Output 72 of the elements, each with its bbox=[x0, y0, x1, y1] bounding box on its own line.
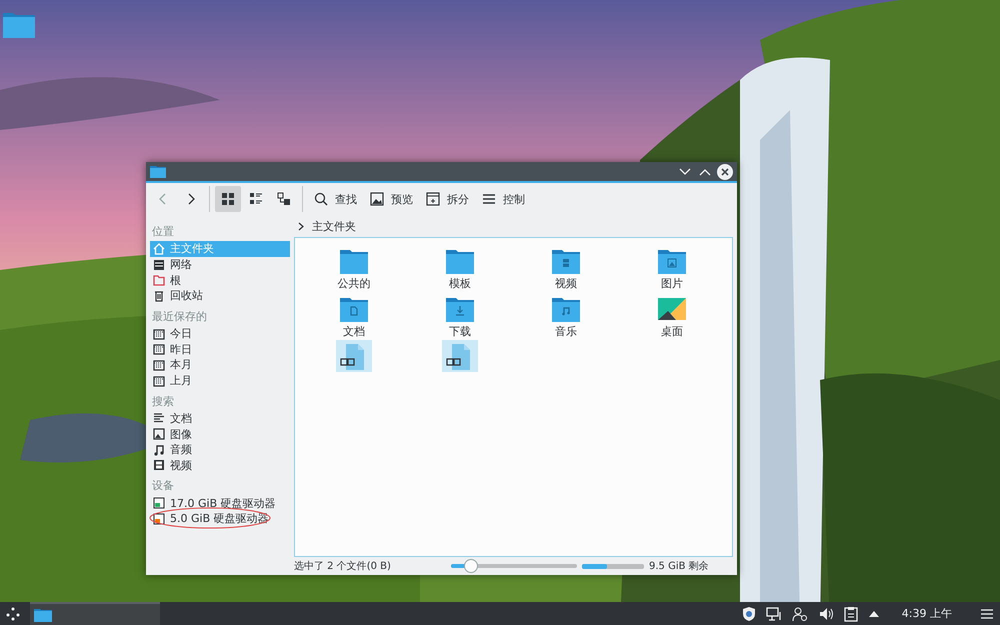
sidebar-item[interactable]: 音频 bbox=[150, 442, 290, 458]
zoom-slider[interactable] bbox=[451, 559, 577, 573]
film-icon bbox=[152, 458, 166, 472]
menu-icon[interactable] bbox=[980, 608, 994, 620]
search-button[interactable]: 查找 bbox=[308, 186, 362, 212]
menu-icon bbox=[481, 191, 497, 207]
folder-item[interactable]: 下载 bbox=[407, 292, 513, 340]
slider-thumb[interactable] bbox=[464, 559, 478, 573]
expand-arrow-icon[interactable] bbox=[868, 610, 880, 618]
clock[interactable]: 4:39 上午 bbox=[902, 606, 952, 621]
task-button[interactable] bbox=[30, 602, 160, 625]
server-icon bbox=[152, 258, 166, 272]
volume-icon[interactable] bbox=[818, 606, 834, 622]
chevron-icon bbox=[298, 222, 304, 230]
section-heading: 位置 bbox=[151, 224, 175, 240]
folder-item[interactable]: 公共的 bbox=[301, 244, 407, 292]
user-icon[interactable] bbox=[792, 606, 808, 622]
drive-icon bbox=[152, 512, 166, 526]
chevron-down-icon bbox=[679, 168, 691, 176]
drive-icon bbox=[152, 496, 166, 510]
list-icon bbox=[248, 191, 264, 207]
folder-item[interactable]: 文档 bbox=[301, 292, 407, 340]
link-file-icon bbox=[442, 340, 478, 372]
sidebar-item[interactable]: 17.0 GiB 硬盘驱动器 bbox=[150, 495, 290, 511]
icons-view-button[interactable] bbox=[215, 186, 241, 212]
free-space-text: 9.5 GiB 剩余 bbox=[649, 560, 709, 573]
split-icon bbox=[425, 191, 441, 207]
calendar-icon bbox=[152, 358, 166, 372]
sidebar-item[interactable]: 昨日 bbox=[150, 341, 290, 358]
calendar-icon bbox=[152, 342, 166, 356]
shield-icon[interactable] bbox=[742, 606, 756, 622]
close-button[interactable] bbox=[717, 164, 733, 180]
breadcrumb-item[interactable]: 主文件夹 bbox=[310, 218, 358, 234]
sidebar-item[interactable]: 上月 bbox=[150, 372, 290, 388]
folder-item[interactable]: 音乐 bbox=[513, 292, 619, 340]
tree-icon bbox=[276, 191, 292, 207]
sidebar-item[interactable]: 今日 bbox=[150, 326, 290, 342]
folder-item[interactable]: 视频 bbox=[513, 244, 619, 292]
home-icon bbox=[152, 242, 166, 256]
launcher-icon[interactable] bbox=[6, 606, 20, 620]
grid-icon bbox=[220, 191, 236, 207]
section-heading: 最近保存的 bbox=[151, 308, 208, 325]
folder-icon bbox=[34, 608, 52, 622]
sidebar-item[interactable]: 视频 bbox=[150, 458, 290, 474]
search-icon bbox=[313, 191, 329, 207]
music-note-icon bbox=[152, 442, 166, 457]
calendar-icon bbox=[152, 374, 166, 388]
chevron-up-icon bbox=[699, 168, 711, 176]
sidebar-item[interactable]: 图像 bbox=[150, 426, 290, 442]
sidebar-item[interactable]: 网络 bbox=[150, 256, 290, 272]
sidebar-item[interactable]: 本月 bbox=[150, 357, 290, 373]
sidebar-item[interactable]: 回收站 bbox=[150, 288, 290, 304]
split-button[interactable]: 拆分 bbox=[420, 186, 474, 212]
menu-button[interactable]: 控制 bbox=[476, 186, 530, 212]
folder-icon bbox=[152, 273, 166, 288]
clipboard-icon[interactable] bbox=[844, 606, 858, 622]
network-icon[interactable] bbox=[766, 606, 782, 622]
folder-item[interactable]: 模板 bbox=[407, 244, 513, 292]
calendar-icon bbox=[152, 326, 166, 341]
section-heading: 设备 bbox=[151, 478, 175, 494]
status-text: 选中了 2 个文件(0 B) bbox=[294, 560, 392, 573]
image-icon bbox=[152, 427, 166, 442]
folder-item[interactable]: 图片 bbox=[619, 244, 725, 292]
folder-item[interactable]: 桌面 bbox=[619, 292, 725, 340]
preview-button[interactable]: 预览 bbox=[364, 186, 418, 212]
section-heading: 搜索 bbox=[151, 394, 175, 410]
link-file-icon bbox=[336, 340, 372, 372]
trash-icon bbox=[152, 288, 166, 303]
sidebar-item[interactable]: 文档 bbox=[150, 410, 290, 426]
image-icon bbox=[369, 191, 385, 207]
sidebar-item[interactable]: 根 bbox=[150, 272, 290, 288]
folder-icon bbox=[150, 165, 166, 178]
